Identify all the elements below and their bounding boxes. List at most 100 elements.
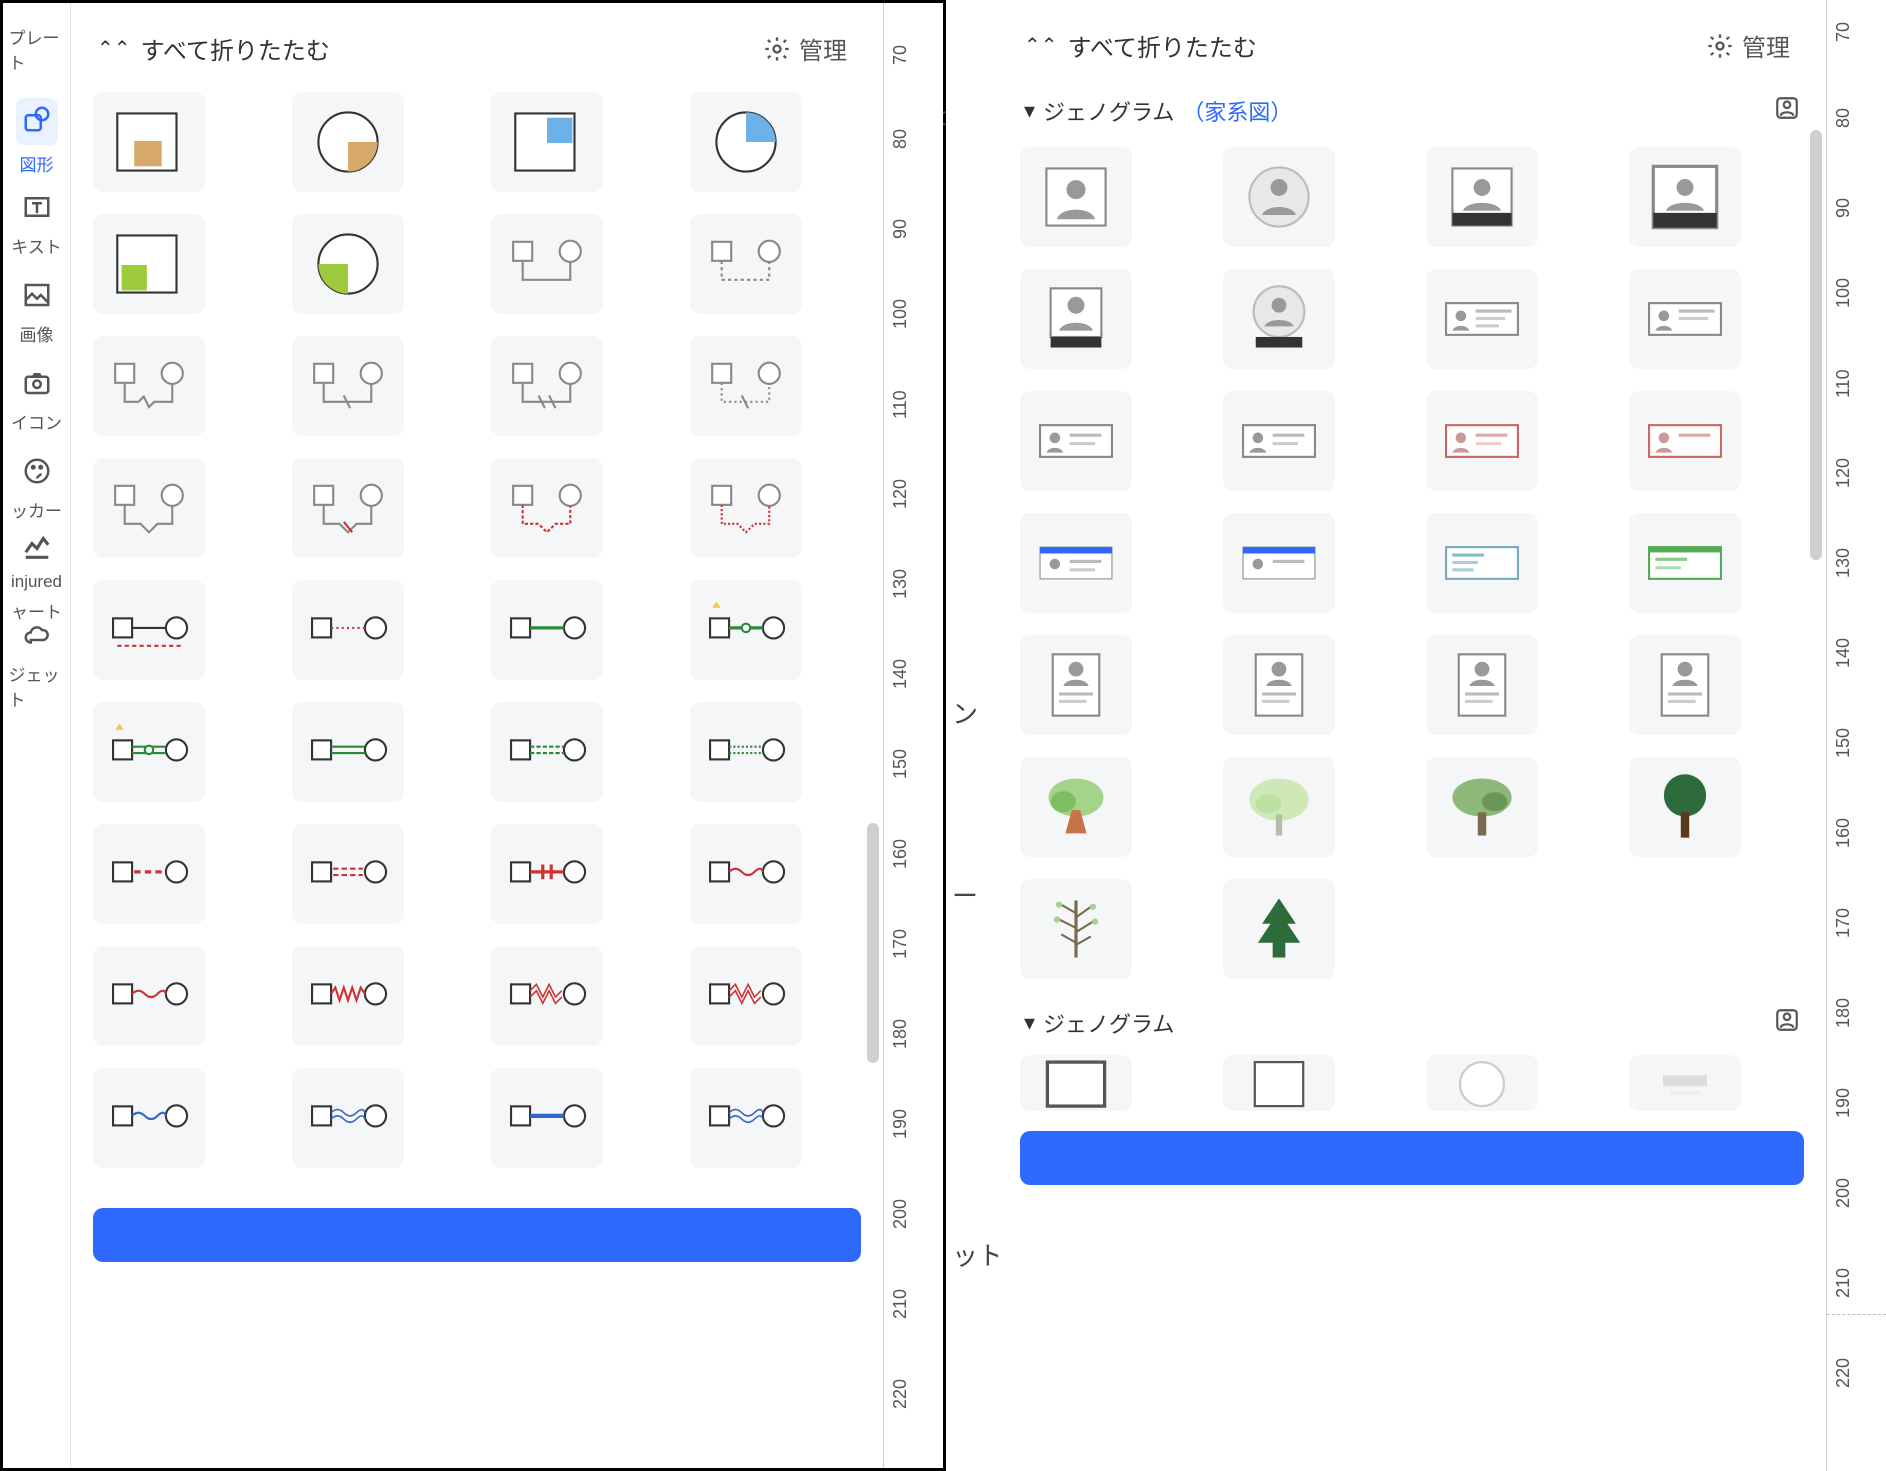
shape-card-red2[interactable] (1629, 391, 1741, 491)
shape-conn-kink[interactable] (93, 336, 205, 436)
ruler-tick: 170 (1833, 908, 1854, 938)
shape-card-grey2[interactable] (1629, 269, 1741, 369)
primary-action-button[interactable] (93, 1208, 861, 1262)
shape-card-red1[interactable] (1426, 391, 1538, 491)
shape-conn-house1[interactable] (93, 458, 205, 558)
ruler-tick: 150 (890, 749, 911, 779)
shape-sq-tan[interactable] (93, 92, 205, 192)
shape-frame-sq[interactable] (1020, 1055, 1132, 1111)
shape-conn-house4[interactable] (690, 458, 802, 558)
shape-tree-6[interactable] (1223, 879, 1335, 979)
shape-conn-house3[interactable] (491, 458, 603, 558)
shape-photo-sq[interactable] (1020, 147, 1132, 247)
scrollbar-thumb[interactable] (867, 823, 879, 1063)
left-toolstrip: プレート 図形 キスト 画像 イコン ッカー (3, 3, 71, 1468)
shape-card-blue2[interactable] (1223, 513, 1335, 613)
shape-card-green[interactable] (1629, 513, 1741, 613)
shape-circ-green[interactable] (292, 214, 404, 314)
shape-card-lblue[interactable] (1426, 513, 1538, 613)
shape-conn-bluebar[interactable] (491, 1068, 603, 1168)
shape-conn-dot2[interactable] (690, 336, 802, 436)
shape-conn-greendot[interactable] (690, 702, 802, 802)
manage-button[interactable]: 管理 (1706, 28, 1800, 63)
shape-conn-reddots[interactable] (292, 580, 404, 680)
person-icon[interactable] (1774, 95, 1800, 127)
shape-conn-slash[interactable] (292, 336, 404, 436)
shape-conn-redzig[interactable] (93, 946, 205, 1046)
shape-photo-circ[interactable] (1223, 147, 1335, 247)
shape-tree-5[interactable] (1020, 879, 1132, 979)
shape-conn-redzig2[interactable] (292, 946, 404, 1046)
shape-conn-bluewave2[interactable] (292, 1068, 404, 1168)
shape-conn-green3[interactable] (93, 702, 205, 802)
scrollbar-thumb[interactable] (1810, 130, 1822, 560)
shape-conn-house2[interactable] (292, 458, 404, 558)
shape-sq-green[interactable] (93, 214, 205, 314)
manage-button[interactable]: 管理 (763, 31, 857, 66)
tool-image[interactable]: 画像 (9, 273, 65, 353)
collapse-label: すべて折りたたむ (1068, 28, 1257, 63)
shape-frame-label[interactable] (1629, 1055, 1741, 1111)
collapse-all[interactable]: ⌃⌃ すべて折りたたむ (1024, 28, 1257, 63)
text-icon (22, 192, 52, 227)
shape-photo-frame[interactable] (1629, 147, 1741, 247)
shape-pie-blue[interactable] (690, 92, 802, 192)
shape-conn-redzig3[interactable] (491, 946, 603, 1046)
tool-widget[interactable]: ジェット (9, 625, 65, 705)
shape-card-grey1[interactable] (1426, 269, 1538, 369)
shape-grid-right (998, 143, 1826, 989)
shape-id-2[interactable] (1223, 635, 1335, 735)
shape-conn-green1[interactable] (491, 580, 603, 680)
collapse-all[interactable]: ⌃⌃ すべて折りたたむ (97, 31, 330, 66)
shape-card-grey3[interactable] (1020, 391, 1132, 491)
scrollbar[interactable] (1810, 130, 1822, 1150)
shape-id-3[interactable] (1426, 635, 1538, 735)
shape-tree-3[interactable] (1426, 757, 1538, 857)
shape-conn-greendash[interactable] (491, 702, 603, 802)
shape-sq-blue[interactable] (491, 92, 603, 192)
tool-chart[interactable]: injured ャート (9, 537, 65, 617)
shape-photo-sq-cap[interactable] (1020, 269, 1132, 369)
shape-conn-bluewave[interactable] (93, 1068, 205, 1168)
shape-conn-solid[interactable] (491, 214, 603, 314)
shape-conn-reddash[interactable] (93, 580, 205, 680)
shape-conn-reddbl[interactable] (93, 824, 205, 924)
cloud-icon (22, 620, 52, 655)
shape-photo-sqdark[interactable] (1426, 147, 1538, 247)
tool-shapes[interactable]: 図形 (9, 97, 65, 177)
shape-frame-circ[interactable] (1426, 1055, 1538, 1111)
shape-conn-slash2[interactable] (491, 336, 603, 436)
shape-conn-green2[interactable] (690, 580, 802, 680)
shape-tree-4[interactable] (1629, 757, 1741, 857)
shape-icon (16, 98, 58, 145)
ruler-tick: 150 (1833, 728, 1854, 758)
tool-text[interactable]: キスト (9, 185, 65, 265)
shape-photo-circ-cap[interactable] (1223, 269, 1335, 369)
scrollbar[interactable] (867, 133, 879, 1153)
person-icon[interactable] (1774, 1007, 1800, 1039)
tool-template[interactable]: プレート (9, 9, 65, 89)
section-genogram-1[interactable]: ▾ ジェノグラム （家系図） (998, 85, 1826, 143)
shape-tree-2[interactable] (1223, 757, 1335, 857)
shape-conn-redzig4[interactable] (690, 946, 802, 1046)
shape-card-blue1[interactable] (1020, 513, 1132, 613)
shape-conn-dotted[interactable] (690, 214, 802, 314)
shape-id-1[interactable] (1020, 635, 1132, 735)
tool-icon[interactable]: イコン (9, 361, 65, 441)
shape-conn-redwave[interactable] (690, 824, 802, 924)
shape-circ-tan[interactable] (292, 92, 404, 192)
section-title: ジェノグラム (1043, 95, 1174, 127)
shape-conn-green4[interactable] (292, 702, 404, 802)
shape-card-grey4[interactable] (1223, 391, 1335, 491)
primary-action-button[interactable] (1020, 1131, 1804, 1185)
shape-frame-sq2[interactable] (1223, 1055, 1335, 1111)
ruler-tick: 110 (1833, 369, 1854, 398)
shape-conn-bluewave3[interactable] (690, 1068, 802, 1168)
shape-conn-reddbl2[interactable] (292, 824, 404, 924)
shape-tree-1[interactable] (1020, 757, 1132, 857)
ruler-tick: 190 (890, 1109, 911, 1139)
manage-label: 管理 (1742, 28, 1790, 63)
shape-id-4[interactable] (1629, 635, 1741, 735)
shape-conn-redbar[interactable] (491, 824, 603, 924)
tool-sticker[interactable]: ッカー (9, 449, 65, 529)
